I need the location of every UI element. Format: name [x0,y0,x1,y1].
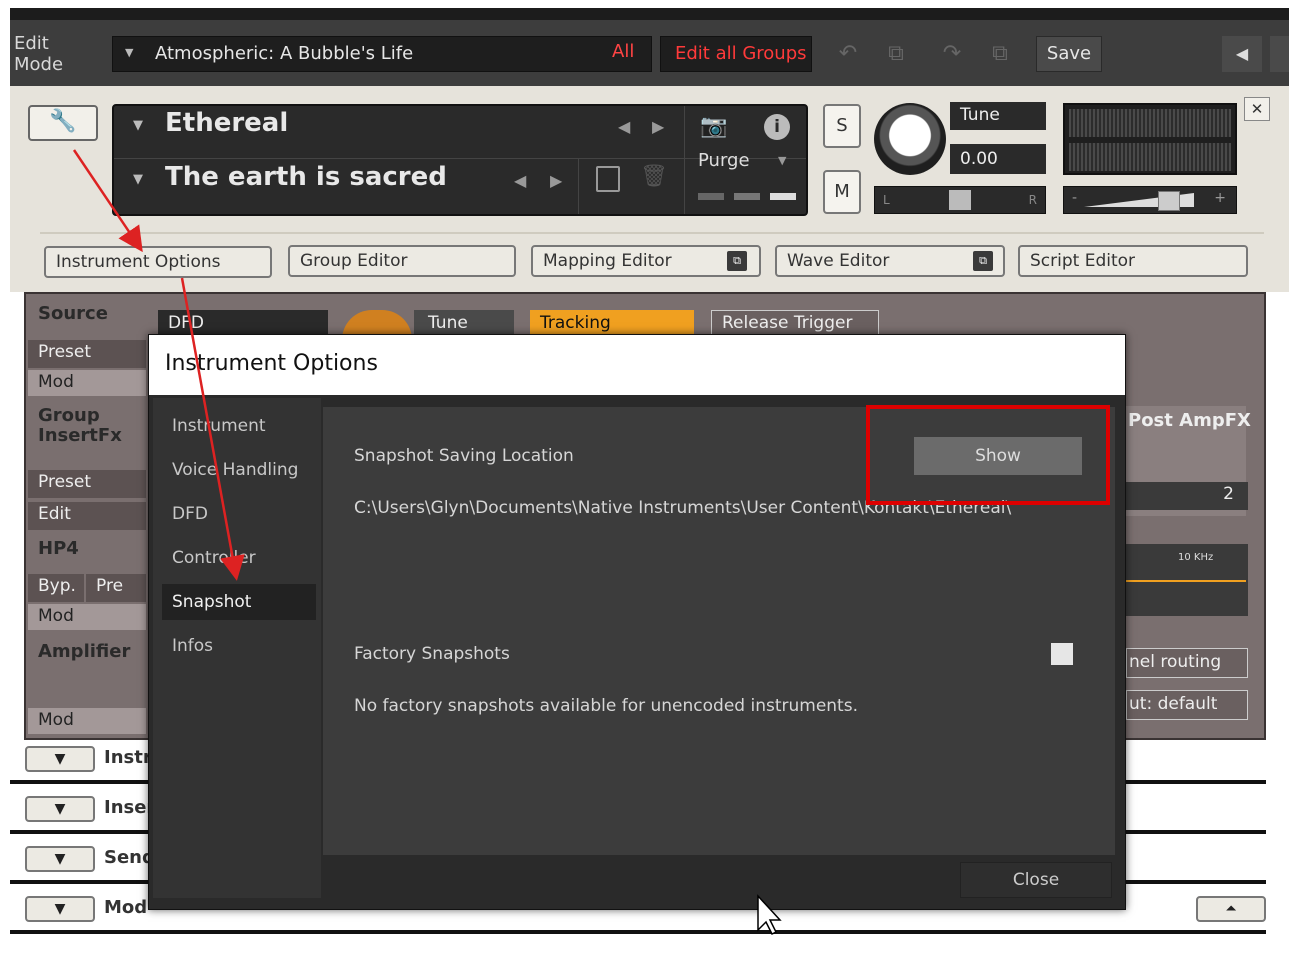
popout-icon[interactable]: ⧉ [727,251,747,271]
instrument-selector[interactable]: ▼ Atmospheric: A Bubble's Life [112,36,652,72]
prev-instrument-icon[interactable]: ◀ [618,117,630,136]
collapse-toggle[interactable]: ▼ [25,846,95,872]
dropdown-arrow-icon: ▼ [125,46,134,59]
filter-display: 10 KHz [1126,544,1248,616]
sidebar-item-voice-handling[interactable]: Voice Handling [162,452,316,488]
pre-button[interactable]: Pre [86,574,146,602]
info-icon[interactable]: i [764,114,790,140]
level-meter [1063,103,1237,175]
tab-label: Instrument Options [56,252,221,272]
next-snapshot-icon[interactable]: ▶ [550,171,562,190]
memory-indicator [698,193,724,200]
volume-minus: - [1072,190,1078,206]
sidebar-item-snapshot[interactable]: Snapshot [162,584,316,620]
mute-button[interactable]: M [823,170,861,214]
save-button[interactable]: Save [1036,36,1102,72]
factory-snapshots-note: No factory snapshots available for unenc… [354,696,858,716]
hp4-mod-label: Mod [28,604,146,630]
instrument-title[interactable]: Ethereal [165,108,288,138]
memory-indicator [770,193,796,200]
dialog-title: Instrument Options [165,351,378,376]
edit-all-groups-button[interactable]: Edit all Groups [660,36,812,72]
memory-indicator [734,193,760,200]
frequency-label: 10 KHz [1178,552,1214,563]
tab-label: Mapping Editor [543,251,672,271]
source-label: Source [38,303,108,324]
sidebar-item-controller[interactable]: Controller [162,540,316,576]
post-amp-fx-value[interactable]: 2 [1126,482,1248,510]
volume-handle[interactable] [1158,191,1180,211]
divider [40,232,1264,234]
amplifier-mod-label: Mod [28,708,146,734]
tune-knob[interactable] [874,103,946,175]
output-select[interactable]: ut: default [1126,690,1248,720]
tab-label: Wave Editor [787,251,890,271]
tab-instrument-options[interactable]: Instrument Options [44,246,272,278]
collapsed-section-label: Instr [104,747,152,768]
camera-icon[interactable]: 📷 [700,114,727,139]
tab-label: Script Editor [1030,251,1136,271]
purge-menu[interactable]: Purge [698,150,750,171]
channel-routing-button[interactable]: nel routing [1126,648,1248,678]
purge-dropdown-icon[interactable]: ▼ [778,154,786,167]
popout-icon[interactable]: ⧉ [973,251,993,271]
sidebar-item-infos[interactable]: Infos [162,628,316,664]
edit-mode-label: Edit Mode [14,33,64,75]
all-groups-indicator[interactable]: All [612,41,634,62]
tune-value[interactable]: 0.00 [950,144,1046,174]
snapshot-name[interactable]: The earth is sacred [165,162,447,192]
volume-slider[interactable]: - + [1063,186,1237,214]
tune-label: Tune [950,102,1046,130]
snapshot-dropdown-icon[interactable]: ▼ [133,172,143,187]
instrument-name: Atmospheric: A Bubble's Life [155,43,414,64]
collapsed-section-label: Mod [104,897,148,918]
highlight-box [866,405,1110,505]
redo-history-icon[interactable]: ⧉ [982,36,1018,72]
source-preset-button[interactable]: Preset [28,340,146,368]
group-insertfx-label: Group InsertFx [38,405,122,446]
rack-divider [10,930,1266,934]
hp4-label: HP4 [38,538,79,559]
pan-left-label: L [883,193,890,207]
pan-handle[interactable] [949,190,971,210]
snapshot-location-label: Snapshot Saving Location [354,446,574,466]
name-dropdown-icon[interactable]: ▼ [133,118,143,133]
amplifier-label: Amplifier [38,641,131,662]
close-button[interactable]: Close [960,862,1112,898]
pan-slider[interactable]: L R [874,186,1046,214]
source-mod-label: Mod [28,370,146,396]
nav-right-button[interactable] [1270,36,1289,72]
redo-icon[interactable]: ↷ [934,36,970,72]
tab-label: Group Editor [300,251,408,271]
insertfx-preset-button[interactable]: Preset [28,470,146,498]
collapse-toggle[interactable]: ▼ [25,896,95,922]
tab-script-editor[interactable]: Script Editor [1018,245,1248,277]
pan-right-label: R [1028,193,1037,207]
top-strip [10,8,1289,20]
undo-history-icon[interactable]: ⧉ [878,36,914,72]
collapse-toggle[interactable]: ▼ [25,796,95,822]
prev-snapshot-icon[interactable]: ◀ [514,171,526,190]
bypass-button[interactable]: Byp. [28,574,84,602]
tab-group-editor[interactable]: Group Editor [288,245,516,277]
scroll-top-icon[interactable]: ⏶ [1196,896,1266,922]
save-snapshot-icon[interactable] [596,166,620,192]
sidebar-item-dfd[interactable]: DFD [162,496,316,532]
volume-plus: + [1214,190,1226,206]
factory-snapshots-label: Factory Snapshots [354,644,510,664]
tab-mapping-editor[interactable]: Mapping Editor ⧉ [531,245,761,277]
solo-button[interactable]: S [823,104,861,148]
factory-snapshots-checkbox[interactable] [1051,643,1073,665]
close-instrument-icon[interactable]: ✕ [1244,97,1270,121]
sidebar-item-instrument[interactable]: Instrument [162,408,316,444]
collapse-toggle[interactable]: ▼ [25,746,95,772]
post-amp-fx-label: Post AmpFX [1128,410,1251,431]
tab-wave-editor[interactable]: Wave Editor ⧉ [775,245,1005,277]
insertfx-edit-button[interactable]: Edit [28,502,146,530]
wrench-icon[interactable]: 🔧 [28,105,98,141]
undo-icon[interactable]: ↶ [830,36,866,72]
delete-snapshot-icon[interactable]: 🗑 [640,164,668,189]
next-instrument-icon[interactable]: ▶ [652,117,664,136]
nav-left-button[interactable]: ◀ [1222,36,1262,72]
